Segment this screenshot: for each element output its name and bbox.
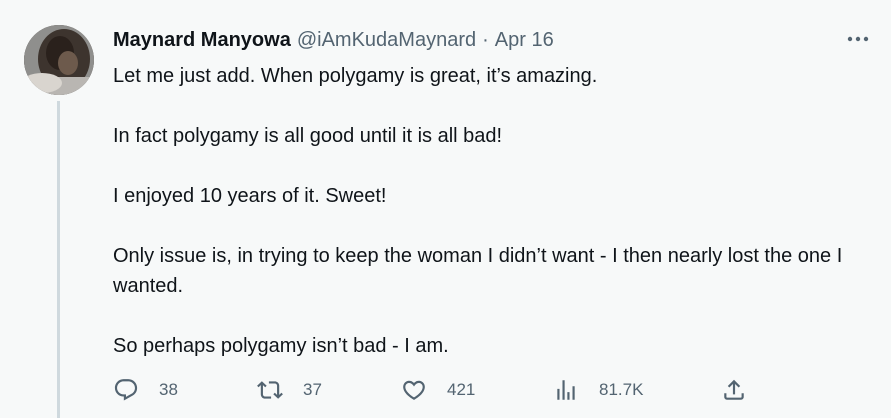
reply-button[interactable]: 38 (113, 375, 178, 405)
share-icon (724, 379, 744, 400)
avatar-image (24, 25, 94, 95)
tweet-date[interactable]: Apr 16 (495, 27, 554, 53)
author-name[interactable]: Maynard Manyowa (113, 27, 291, 53)
views-button[interactable]: 81.7K (553, 375, 643, 405)
reply-icon (114, 379, 138, 401)
more-options-button[interactable] (842, 26, 874, 52)
views-count: 81.7K (599, 380, 644, 399)
header-separator: · (482, 29, 489, 51)
retweet-button[interactable]: 37 (257, 375, 322, 405)
retweet-count: 37 (303, 380, 322, 399)
like-button[interactable]: 421 (401, 375, 475, 405)
tweet-header: Maynard Manyowa @iAmKudaMaynard · Apr 16 (113, 27, 554, 53)
tweet-actions: 38 37 421 81.7K (113, 375, 753, 405)
avatar[interactable] (24, 25, 94, 95)
tweet-paragraph: I enjoyed 10 years of it. Sweet! (113, 185, 387, 207)
more-horizontal-icon (847, 36, 869, 42)
share-button[interactable] (721, 375, 747, 405)
tweet-paragraph: Let me just add. When polygamy is great,… (113, 65, 598, 87)
tweet-paragraph: In fact polygamy is all good until it is… (113, 125, 503, 147)
heart-icon (403, 380, 425, 400)
tweet-paragraph: So perhaps polygamy isn’t bad - I am. (113, 335, 449, 357)
reply-count: 38 (159, 380, 178, 399)
thread-connector-line (57, 101, 60, 418)
retweet-icon (257, 381, 283, 399)
tweet[interactable]: Maynard Manyowa @iAmKudaMaynard · Apr 16… (0, 0, 891, 418)
author-handle[interactable]: @iAmKudaMaynard (297, 27, 476, 53)
tweet-paragraph: Only issue is, in trying to keep the wom… (113, 245, 843, 297)
tweet-text: Let me just add. When polygamy is great,… (113, 61, 873, 361)
views-chart-icon (557, 380, 575, 400)
like-count: 421 (447, 380, 476, 399)
